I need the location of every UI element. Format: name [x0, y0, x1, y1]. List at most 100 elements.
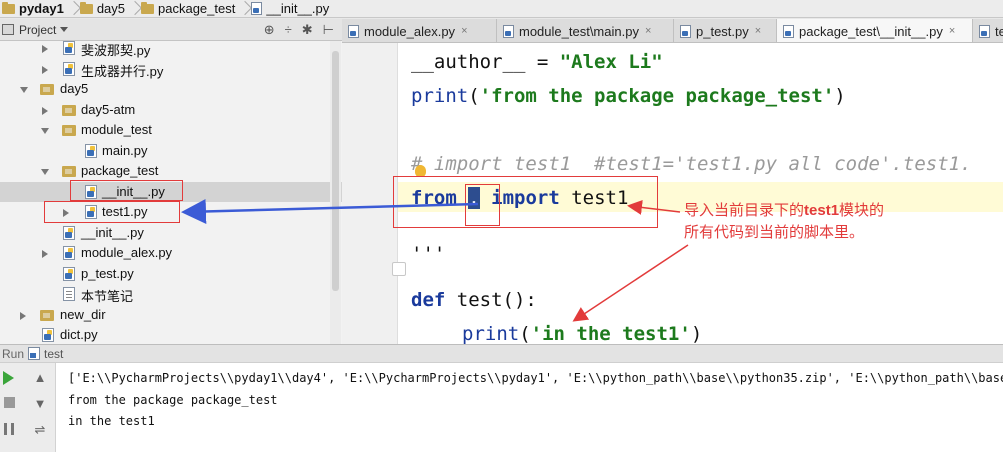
- folder-icon: [62, 125, 76, 136]
- project-view-selector[interactable]: Project: [19, 23, 56, 37]
- editor-gutter[interactable]: [342, 43, 398, 344]
- annotation-fragment: 模块的: [839, 202, 885, 219]
- tree-item-label: __init__.py: [81, 224, 144, 240]
- tree-item[interactable]: new_dir: [0, 305, 342, 326]
- stop-icon[interactable]: [4, 397, 15, 408]
- folder-icon: [141, 1, 155, 14]
- folder-icon: [62, 104, 76, 116]
- tree-item[interactable]: 生成器并行.py: [0, 59, 342, 80]
- expand-arrow-icon[interactable]: [42, 45, 48, 53]
- tab-label: module_alex.py: [364, 23, 456, 39]
- python-file-icon: [63, 41, 75, 55]
- tab-module-alex[interactable]: module_alex.py ×: [342, 19, 497, 42]
- run-tab-label[interactable]: Run: [2, 347, 24, 361]
- project-icon: [2, 24, 14, 35]
- run-config-name[interactable]: test: [44, 347, 63, 361]
- highlight-box-dot: [465, 184, 500, 226]
- gear-icon[interactable]: ✱: [302, 22, 313, 38]
- breadcrumb-label: day5: [96, 1, 126, 16]
- tree-item-label: dict.py: [60, 327, 98, 342]
- arrow-up-icon[interactable]: ▲: [33, 371, 47, 385]
- tab-module-test-main[interactable]: module_test\main.py ×: [497, 19, 674, 42]
- expand-arrow-icon[interactable]: [42, 250, 48, 258]
- tab-test1[interactable]: te: [973, 19, 1003, 42]
- tab-label: module_test\main.py: [519, 23, 639, 39]
- expand-arrow-icon[interactable]: [20, 311, 26, 320]
- code-builtin: print: [411, 85, 469, 107]
- tree-item[interactable]: module_test: [0, 120, 342, 141]
- tab-package-test-init[interactable]: package_test\__init__.py ×: [777, 19, 973, 42]
- breadcrumb-item-project[interactable]: pyday1: [0, 0, 68, 18]
- scrollbar-thumb[interactable]: [332, 51, 339, 291]
- close-icon[interactable]: ×: [645, 25, 651, 37]
- hide-panel-icon[interactable]: ⊢: [323, 22, 334, 38]
- tree-item[interactable]: p_test.py: [0, 264, 342, 285]
- soft-wrap-icon[interactable]: ⇌: [33, 423, 47, 437]
- tree-item[interactable]: dict.py: [0, 325, 342, 344]
- close-icon[interactable]: ×: [461, 25, 467, 37]
- code-line-author: __author__ = "Alex Li": [411, 51, 663, 73]
- tree-item[interactable]: main.py: [0, 141, 342, 162]
- python-file-icon: [783, 24, 794, 38]
- caret-down-icon[interactable]: [60, 27, 69, 32]
- breadcrumb-label: package_test: [158, 1, 236, 16]
- code-string: 'from the package package_test': [479, 85, 835, 107]
- tree-item-label: module_alex.py: [81, 245, 173, 260]
- breadcrumb-item-day5[interactable]: day5: [78, 0, 129, 18]
- folder-icon: [40, 84, 54, 95]
- arrow-down-icon[interactable]: ▼: [33, 397, 47, 411]
- project-tree-scrollbar[interactable]: [330, 41, 341, 344]
- collapse-arrow-icon[interactable]: [41, 128, 49, 134]
- run-console[interactable]: ['E:\\PycharmProjects\\pyday1\\day4', 'E…: [56, 363, 1003, 452]
- close-icon[interactable]: ×: [949, 25, 955, 37]
- fold-marker-icon[interactable]: [392, 262, 406, 276]
- code-keyword: def: [411, 289, 446, 311]
- tree-item[interactable]: day5-atm: [0, 100, 342, 121]
- run-panel-header: Run test: [0, 344, 1003, 363]
- play-icon[interactable]: [3, 371, 14, 385]
- annotation-fragment: 所有代码到当前的脚本里。: [684, 224, 865, 241]
- tab-p-test[interactable]: p_test.py ×: [674, 19, 777, 42]
- tree-item[interactable]: __init__.py: [0, 223, 342, 244]
- console-line: in the test1: [68, 414, 155, 428]
- chevron-right-icon: [68, 0, 78, 18]
- code-builtin: print: [462, 323, 520, 344]
- breadcrumb-item-package-test[interactable]: package_test: [139, 0, 239, 18]
- tree-item[interactable]: 本节笔记: [0, 284, 342, 305]
- tree-item-label: 本节笔记: [81, 289, 134, 304]
- collapse-arrow-icon[interactable]: [41, 169, 49, 175]
- tree-item[interactable]: package_test: [0, 161, 342, 182]
- text-file-icon: [63, 287, 75, 301]
- highlight-box-test1-file: [44, 201, 180, 223]
- expand-arrow-icon[interactable]: [42, 65, 48, 74]
- python-file-icon: [503, 24, 514, 38]
- code-token: (: [468, 85, 480, 107]
- code-string: 'in the test1': [530, 323, 691, 344]
- tree-item-label: module_test: [81, 122, 152, 137]
- breadcrumb-item-init-file[interactable]: __init__.py: [249, 0, 333, 18]
- python-file-icon: [42, 328, 54, 342]
- python-file-icon: [63, 225, 75, 240]
- code-token: ():: [502, 289, 537, 311]
- code-line-docstring: ''': [411, 243, 446, 265]
- collapse-all-icon[interactable]: ÷: [285, 22, 292, 38]
- code-token: __author__: [411, 51, 526, 73]
- tree-item[interactable]: module_alex.py: [0, 243, 342, 264]
- tree-item[interactable]: 斐波那契.py: [0, 41, 342, 59]
- python-file-icon: [63, 61, 75, 76]
- code-line-comment: # import test1 #test1='test1.py all code…: [411, 153, 972, 175]
- code-token: (: [519, 323, 531, 344]
- tree-item-label: package_test: [81, 163, 159, 178]
- project-panel-header: Project ⊕ ÷ ✱ ⊢: [0, 19, 342, 41]
- tree-item[interactable]: day5: [0, 79, 342, 100]
- highlight-box-init-file: [70, 180, 183, 201]
- pause-icon[interactable]: [4, 423, 14, 435]
- annotation-text: 导入当前目录下的test1模块的 所有代码到当前的脚本里。: [684, 200, 884, 244]
- collapse-arrow-icon[interactable]: [20, 87, 28, 93]
- run-toolbar: ▲ ▼ ⇌: [0, 363, 56, 452]
- close-icon[interactable]: ×: [755, 25, 761, 37]
- expand-arrow-icon[interactable]: [42, 106, 48, 115]
- tree-item-label: main.py: [102, 142, 148, 158]
- tree-item-label: 生成器并行.py: [81, 63, 164, 79]
- scroll-from-source-icon[interactable]: ⊕: [264, 22, 275, 38]
